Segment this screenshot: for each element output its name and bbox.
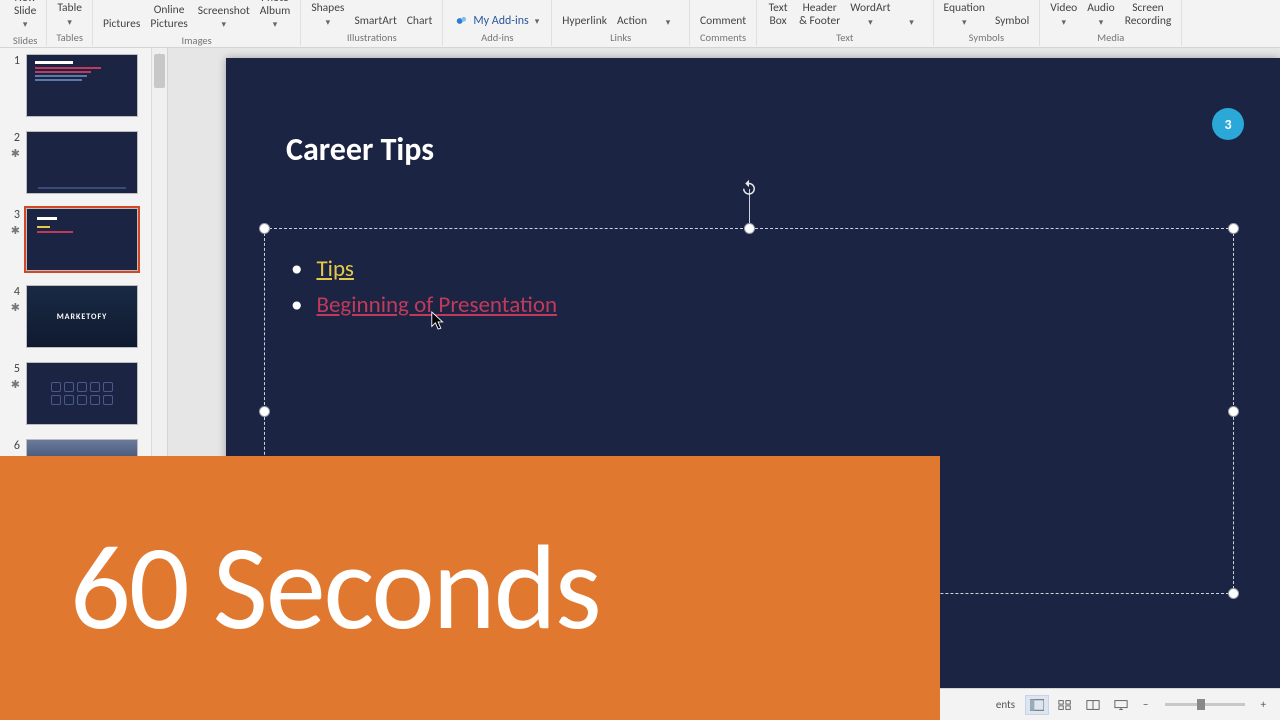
slide-number-badge: 3	[1212, 108, 1244, 140]
ribbon-group-label: Images	[99, 31, 294, 47]
ribbon-group-text: Text BoxHeader & FooterWordArt▾▾Text	[757, 0, 933, 46]
ribbon-group-label: Links	[558, 28, 683, 44]
resize-handle-tl[interactable]	[259, 223, 270, 234]
banner-text: 60 Seconds	[70, 515, 600, 661]
resize-handle-tc[interactable]	[744, 223, 755, 234]
hyperlink-tips[interactable]: Tips	[316, 255, 353, 283]
ribbon-group-label: Media	[1046, 28, 1175, 44]
bullet-list[interactable]: Tips Beginning of Presentation	[265, 229, 1233, 345]
bullet-item-2[interactable]: Beginning of Presentation	[291, 287, 1207, 323]
slide-thumbnail-3[interactable]	[26, 208, 138, 271]
ribbon-screen-recording[interactable]: Screen Recording	[1121, 0, 1176, 28]
ribbon-group-comments: CommentComments	[690, 0, 757, 46]
slide-thumbnail-5[interactable]	[26, 362, 138, 425]
ribbon-online-pictures[interactable]: Online Pictures	[146, 2, 191, 30]
scroll-thumb[interactable]	[154, 54, 165, 88]
ribbon-chart[interactable]: Chart	[403, 13, 437, 28]
ribbon-table[interactable]: Table▾	[53, 0, 86, 28]
thumbnail-number: 1	[6, 54, 20, 68]
resize-handle-tr[interactable]	[1228, 223, 1239, 234]
ribbon-smartart[interactable]: SmartArt	[350, 13, 400, 28]
normal-view-button[interactable]	[1025, 695, 1049, 715]
thumbnail-row-2: 2✱	[6, 131, 163, 194]
ribbon-group-label: Comments	[696, 28, 750, 44]
ribbon-group-label: Tables	[53, 28, 86, 44]
ribbon-group-label: Slides	[10, 31, 40, 47]
ribbon-pictures[interactable]: Pictures	[99, 16, 144, 31]
slide-thumbnail-2[interactable]	[26, 131, 138, 194]
thumbnail-row-3: 3✱	[6, 208, 163, 271]
ribbon-symbol[interactable]: Symbol	[991, 13, 1033, 28]
hyperlink-beginning[interactable]: Beginning of Presentation	[316, 291, 557, 319]
ribbon-expand-text[interactable]: ▾	[897, 14, 927, 28]
bullet-item-1[interactable]: Tips	[291, 251, 1207, 287]
ribbon-group-symbols: Equation▾SymbolSymbols	[934, 0, 1041, 46]
ribbon-comment[interactable]: Comment	[696, 13, 750, 28]
ribbon-group-slides: New Slide▾Slides	[4, 0, 47, 46]
thumbnail-number: 6	[6, 439, 20, 453]
ribbon-wordart[interactable]: WordArt▾	[846, 0, 894, 28]
ribbon-expand-links[interactable]: ▾	[653, 14, 683, 28]
ribbon-group-label: Text	[763, 28, 926, 44]
overlay-banner: 60 Seconds	[0, 456, 940, 720]
resize-handle-br[interactable]	[1228, 588, 1239, 599]
thumbnail-number: 2✱	[6, 131, 20, 160]
ribbon-group-illustrations: Shapes▾SmartArtChartIllustrations	[301, 0, 443, 46]
slide-sorter-button[interactable]	[1053, 695, 1077, 715]
slide-thumbnail-4[interactable]: MARKETOFY	[26, 285, 138, 348]
reading-view-button[interactable]	[1081, 695, 1105, 715]
zoom-in-button[interactable]: +	[1255, 695, 1272, 714]
thumbnail-row-4: 4✱MARKETOFY	[6, 285, 163, 348]
ribbon-equation[interactable]: Equation▾	[940, 0, 989, 28]
ribbon-insert-tab: New Slide▾SlidesTable▾TablesPicturesOnli…	[0, 0, 1280, 48]
ribbon-group-label: Symbols	[940, 28, 1034, 44]
ribbon-new-slide[interactable]: New Slide▾	[10, 0, 40, 31]
ribbon-video[interactable]: Video▾	[1046, 0, 1081, 28]
status-bar: ents − +	[940, 688, 1280, 720]
thumbnail-number: 4✱	[6, 285, 20, 314]
rotation-handle-icon[interactable]	[740, 179, 758, 197]
ribbon-text-box[interactable]: Text Box	[763, 0, 793, 28]
my-addins-button[interactable]: My Add-ins▾	[449, 10, 545, 28]
slide-title[interactable]: Career Tips	[286, 130, 434, 169]
zoom-slider[interactable]	[1165, 703, 1245, 706]
ribbon-action[interactable]: Action	[613, 13, 651, 28]
ribbon-photo-album[interactable]: Photo Album▾	[256, 0, 295, 31]
thumbnail-row-1: 1	[6, 54, 163, 117]
ribbon-group-images: PicturesOnline PicturesScreenshot▾Photo …	[93, 0, 301, 46]
zoom-slider-thumb[interactable]	[1197, 699, 1205, 710]
thumbnail-number: 3✱	[6, 208, 20, 237]
ribbon-group-label: Illustrations	[307, 28, 436, 44]
zoom-out-button[interactable]: −	[1137, 695, 1154, 714]
thumbnail-number: 5✱	[6, 362, 20, 391]
ribbon-group-links: HyperlinkAction▾Links	[552, 0, 690, 46]
ribbon-group-add-ins: My Add-ins▾Add-ins	[443, 0, 552, 46]
ribbon-shapes[interactable]: Shapes▾	[307, 0, 348, 28]
ribbon-group-tables: Table▾Tables	[47, 0, 93, 46]
status-text-fragment: ents	[990, 695, 1021, 714]
ribbon-header-&-footer[interactable]: Header & Footer	[795, 0, 844, 28]
resize-handle-mr[interactable]	[1228, 406, 1239, 417]
ribbon-group-label: Add-ins	[449, 28, 545, 44]
ribbon-audio[interactable]: Audio▾	[1083, 0, 1118, 28]
slide-thumbnail-1[interactable]	[26, 54, 138, 117]
ribbon-screenshot[interactable]: Screenshot▾	[194, 3, 254, 31]
thumbnail-row-5: 5✱	[6, 362, 163, 425]
slideshow-button[interactable]	[1109, 695, 1133, 715]
ribbon-hyperlink[interactable]: Hyperlink	[558, 13, 611, 28]
resize-handle-ml[interactable]	[259, 406, 270, 417]
ribbon-group-media: Video▾Audio▾Screen RecordingMedia	[1040, 0, 1182, 46]
